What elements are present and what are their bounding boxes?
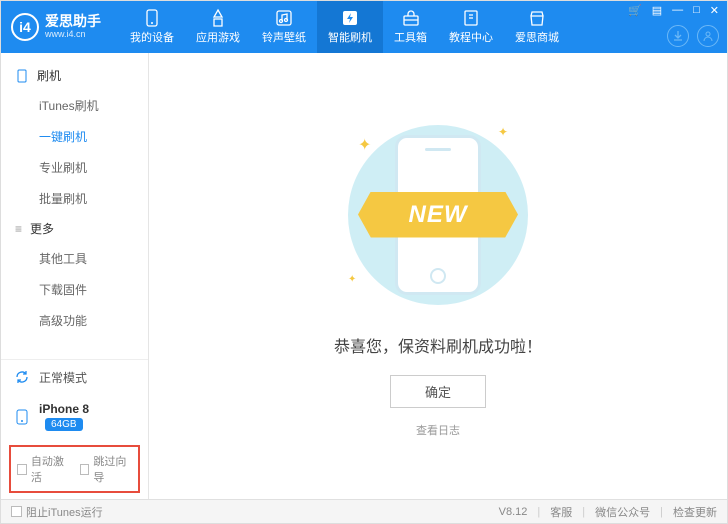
maximize-button[interactable]: □	[691, 4, 702, 17]
support-link[interactable]: 客服	[550, 504, 572, 520]
nav-phone[interactable]: 我的设备	[119, 1, 185, 53]
nav-toolbox[interactable]: 工具箱	[383, 1, 438, 53]
app-title: 爱思助手	[45, 14, 101, 29]
storage-badge: 64GB	[45, 418, 83, 431]
nav-music[interactable]: 铃声壁纸	[251, 1, 317, 53]
book-icon	[461, 9, 481, 27]
nav-label: 工具箱	[394, 29, 427, 45]
sidebar-item[interactable]: 高级功能	[1, 305, 148, 336]
phone-icon	[13, 408, 31, 426]
close-button[interactable]: ✕	[708, 4, 721, 17]
phone-icon	[142, 9, 162, 27]
logo-icon: i4	[11, 13, 39, 41]
ok-button[interactable]: 确定	[390, 375, 486, 408]
nav-book[interactable]: 教程中心	[438, 1, 504, 53]
nav-flash[interactable]: 智能刷机	[317, 1, 383, 53]
version-label: V8.12	[499, 506, 528, 518]
skip-wizard-checkbox[interactable]: 跳过向导	[80, 453, 133, 485]
sidebar-item[interactable]: 下载固件	[1, 274, 148, 305]
sidebar-group-label: 刷机	[37, 67, 61, 84]
success-illustration: ✦ ✦ ✦ NEW	[318, 115, 558, 315]
status-bar: 阻止iTunes运行 V8.12| 客服| 微信公众号| 检查更新	[1, 499, 727, 523]
main-nav: 我的设备 应用游戏 铃声壁纸 智能刷机 工具箱 教程中心 爱思商城	[119, 1, 570, 53]
view-log-link[interactable]: 查看日志	[416, 422, 460, 438]
menu-icon: ≡	[15, 222, 22, 236]
nav-label: 爱思商城	[515, 29, 559, 45]
sidebar-group-more: ≡ 更多	[1, 214, 148, 243]
sidebar-group-label: 更多	[30, 220, 54, 237]
status-mode-label: 正常模式	[39, 369, 87, 386]
device-name: iPhone 8	[39, 402, 89, 416]
nav-label: 智能刷机	[328, 29, 372, 45]
success-message: 恭喜您，保资料刷机成功啦！	[334, 333, 542, 357]
window-controls: 🛒 ▤ — □ ✕	[626, 4, 721, 17]
cart-icon[interactable]: 🛒	[626, 4, 644, 17]
nav-apps[interactable]: 应用游戏	[185, 1, 251, 53]
shop-icon	[527, 9, 547, 27]
user-icon[interactable]	[697, 25, 719, 47]
nav-shop[interactable]: 爱思商城	[504, 1, 570, 53]
activation-options: 自动激活 跳过向导	[9, 445, 140, 493]
sidebar-item[interactable]: 一键刷机	[1, 121, 148, 152]
sidebar: 刷机 iTunes刷机一键刷机专业刷机批量刷机 ≡ 更多 其他工具下载固件高级功…	[1, 53, 149, 499]
app-header: i4 爱思助手 www.i4.cn 我的设备 应用游戏 铃声壁纸 智能刷机 工具箱 教程中…	[1, 1, 727, 53]
status-device[interactable]: iPhone 8 64GB	[1, 394, 148, 439]
flash-icon	[340, 9, 360, 27]
download-icon[interactable]	[667, 25, 689, 47]
minimize-button[interactable]: —	[670, 4, 685, 17]
auto-activate-checkbox[interactable]: 自动激活	[17, 453, 70, 485]
app-logo: i4 爱思助手 www.i4.cn	[1, 13, 111, 41]
block-itunes-checkbox[interactable]: 阻止iTunes运行	[11, 504, 103, 520]
toolbox-icon	[401, 9, 421, 27]
status-mode[interactable]: 正常模式	[1, 360, 148, 394]
nav-label: 教程中心	[449, 29, 493, 45]
sidebar-item[interactable]: 批量刷机	[1, 183, 148, 214]
apps-icon	[208, 9, 228, 27]
nav-label: 应用游戏	[196, 29, 240, 45]
sidebar-item[interactable]: 其他工具	[1, 243, 148, 274]
sidebar-item[interactable]: 专业刷机	[1, 152, 148, 183]
new-banner: NEW	[358, 192, 518, 238]
refresh-icon	[13, 368, 31, 386]
sidebar-group-flash: 刷机	[1, 61, 148, 90]
app-url: www.i4.cn	[45, 30, 101, 40]
music-icon	[274, 9, 294, 27]
wechat-link[interactable]: 微信公众号	[595, 504, 650, 520]
main-content: ✦ ✦ ✦ NEW 恭喜您，保资料刷机成功啦！ 确定 查看日志	[149, 53, 727, 499]
sidebar-item[interactable]: iTunes刷机	[1, 90, 148, 121]
nav-label: 铃声壁纸	[262, 29, 306, 45]
phone-icon	[15, 69, 29, 83]
nav-label: 我的设备	[130, 29, 174, 45]
check-update-link[interactable]: 检查更新	[673, 504, 717, 520]
options-icon[interactable]: ▤	[650, 4, 664, 17]
